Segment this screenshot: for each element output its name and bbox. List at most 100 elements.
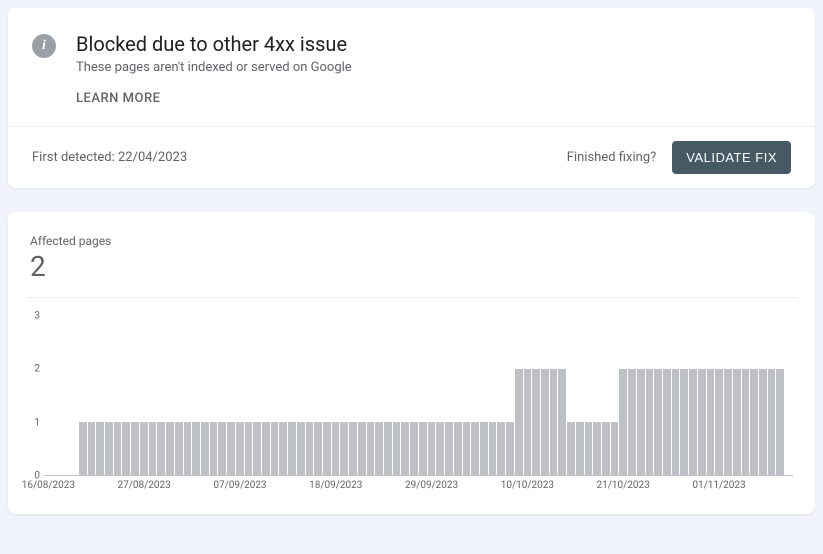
chart-bar [768,369,776,475]
chart-bar [524,369,532,475]
chart-bar [698,369,706,475]
status-bar: First detected: 22/04/2023 Finished fixi… [8,126,815,188]
x-tick: 18/09/2023 [309,480,362,491]
chart-bar [715,369,723,475]
chart-bar [166,422,174,475]
chart-bar [384,422,392,475]
chart-bar [759,369,767,475]
chart-bar [750,369,758,475]
chart-bar [375,422,383,475]
chart-bar [245,422,253,475]
chart-bar [140,422,148,475]
y-tick: 3 [26,311,40,322]
y-tick: 2 [26,364,40,375]
info-icon: i [32,34,56,58]
chart-bar [742,369,750,475]
chart-bar [218,422,226,475]
x-tick: 29/09/2023 [405,480,458,491]
y-axis: 0123 [26,316,40,476]
chart-bar [358,422,366,475]
chart: 0123 16/08/202327/08/202307/09/202318/09… [26,297,797,498]
y-tick: 1 [26,417,40,428]
chart-bar [262,422,270,475]
chart-bar [131,422,139,475]
chart-bar [541,369,549,475]
header-text: Blocked due to other 4xx issue These pag… [76,32,791,106]
chart-bar [489,422,497,475]
chart-bar [297,422,305,475]
chart-area: 0123 [44,316,793,476]
chart-bar [567,422,575,475]
chart-bar [349,422,357,475]
chart-bar [619,369,627,475]
chart-bar [393,422,401,475]
chart-bar [184,422,192,475]
plot-area [44,316,793,476]
chart-bar [323,422,331,475]
x-tick: 21/10/2023 [597,480,650,491]
chart-bar [227,422,235,475]
chart-bar [672,369,680,475]
finished-fixing-label: Finished fixing? [567,150,656,165]
chart-bar [602,422,610,475]
chart-bar [576,422,584,475]
x-tick: 07/09/2023 [213,480,266,491]
chart-bar [367,422,375,475]
learn-more-link[interactable]: LEARN MORE [76,91,160,106]
affected-pages-label: Affected pages [30,234,797,248]
chart-bar [497,422,505,475]
chart-bar [236,422,244,475]
x-tick: 01/11/2023 [692,480,745,491]
chart-bar [332,422,340,475]
chart-bar [157,422,165,475]
chart-bar [776,369,784,475]
issue-subtitle: These pages aren't indexed or served on … [76,60,791,75]
x-axis: 16/08/202327/08/202307/09/202318/09/2023… [44,480,793,498]
chart-bar [306,422,314,475]
chart-bar [271,422,279,475]
chart-bar [593,422,601,475]
chart-bar [175,422,183,475]
chart-bar [149,422,157,475]
chart-bar [637,369,645,475]
chart-bar [689,369,697,475]
affected-pages-value: 2 [30,250,797,283]
chart-bar [454,422,462,475]
chart-bar [88,422,96,475]
chart-bar [445,422,453,475]
chart-bar [471,422,479,475]
chart-bar [550,369,558,475]
chart-bar [680,369,688,475]
chart-bar [436,422,444,475]
first-detected: First detected: 22/04/2023 [32,150,567,165]
x-tick: 16/08/2023 [22,480,75,491]
chart-bar [558,369,566,475]
chart-bar [314,422,322,475]
chart-bar [79,422,87,475]
chart-bar [515,369,523,475]
chart-bar [646,369,654,475]
chart-bar [585,422,593,475]
chart-bar [279,422,287,475]
chart-bar [210,422,218,475]
chart-bar [253,422,261,475]
chart-bar [105,422,113,475]
chart-bar [480,422,488,475]
chart-bar [410,422,418,475]
validate-fix-button[interactable]: VALIDATE FIX [672,141,791,174]
chart-bar [663,369,671,475]
issue-header: i Blocked due to other 4xx issue These p… [8,8,815,126]
chart-bar [506,422,514,475]
x-tick: 10/10/2023 [501,480,554,491]
chart-bar [611,422,619,475]
chart-card: Affected pages 2 0123 16/08/2023 27/08/20… [8,212,815,514]
chart-bar [419,422,427,475]
chart-bar [532,369,540,475]
chart-bar [96,422,104,475]
x-tick: 27/08/2023 [118,480,171,491]
chart-bar [401,422,409,475]
chart-bar [288,422,296,475]
chart-bar [463,422,471,475]
chart-bar [122,422,130,475]
chart-bar [340,422,348,475]
